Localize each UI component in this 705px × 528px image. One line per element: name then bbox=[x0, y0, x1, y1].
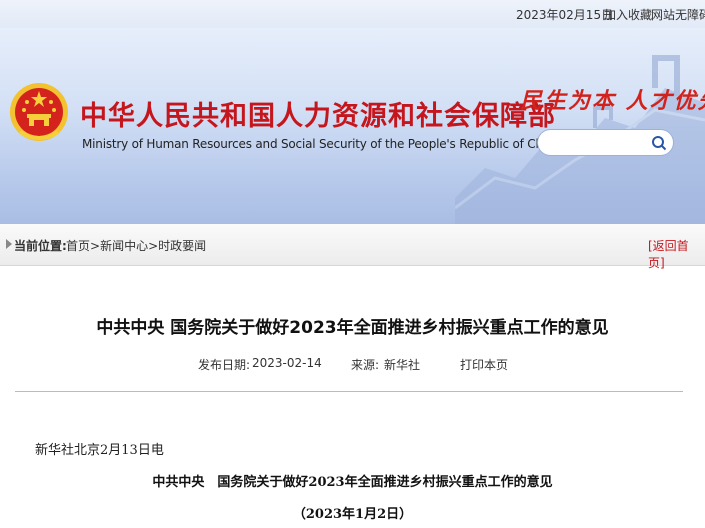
add-favorite-link[interactable]: 加入收藏 bbox=[604, 6, 652, 23]
search-box[interactable] bbox=[537, 129, 674, 156]
breadcrumb: 当前位置: 首页>新闻中心>时政要闻 [返回首页] bbox=[0, 224, 705, 270]
article-body-date: （2023年1月2日） bbox=[292, 507, 413, 522]
source-value: 新华社 bbox=[384, 358, 421, 372]
back-home-link[interactable]: [返回首页] bbox=[648, 237, 705, 271]
publish-date-label: 发布日期: bbox=[198, 358, 251, 372]
breadcrumb-separator: > bbox=[90, 239, 101, 253]
location-arrow-icon bbox=[6, 239, 12, 249]
breadcrumb-item-news[interactable]: 新闻中心 bbox=[100, 239, 148, 253]
top-utility-bar: 2023年02月15日 加入收藏 网站无障碍 bbox=[0, 0, 705, 28]
article-meta: 发布日期: 2023-02-14 来源: 新华社 打印本页 bbox=[0, 356, 705, 372]
search-input[interactable] bbox=[548, 134, 653, 151]
ministry-name-cn: 中华人民共和国人力资源和社会保障部 bbox=[80, 101, 556, 132]
current-date: 2023年02月15日 bbox=[516, 8, 614, 22]
breadcrumb-trail: 首页>新闻中心>时政要闻 bbox=[66, 237, 206, 254]
accessibility-link[interactable]: 网站无障碍 bbox=[651, 6, 705, 23]
site-banner: 中华人民共和国人力资源和社会保障部 Ministry of Human Reso… bbox=[0, 28, 705, 224]
publish-date-value: 2023-02-14 bbox=[252, 356, 322, 370]
slogan-calligraphy: 民生为本 人才优先 bbox=[520, 88, 705, 114]
search-icon[interactable] bbox=[651, 135, 667, 151]
article-dateline: 新华社北京2月13日电 bbox=[35, 443, 164, 458]
article-body-title: 中共中央 国务院关于做好2023年全面推进乡村振兴重点工作的意见 bbox=[152, 475, 553, 490]
ministry-name-en: Ministry of Human Resources and Social S… bbox=[82, 137, 561, 151]
article-title: 中共中央 国务院关于做好2023年全面推进乡村振兴重点工作的意见 bbox=[96, 318, 609, 338]
breadcrumb-separator: > bbox=[148, 239, 159, 253]
source-label: 来源: bbox=[351, 358, 380, 372]
national-emblem-icon bbox=[10, 83, 68, 141]
print-page-link[interactable]: 打印本页 bbox=[460, 356, 508, 373]
breadcrumb-item-politics[interactable]: 时政要闻 bbox=[158, 239, 206, 253]
breadcrumb-label: 当前位置: bbox=[14, 239, 67, 253]
breadcrumb-item-home[interactable]: 首页 bbox=[66, 239, 90, 253]
article-divider bbox=[15, 391, 683, 392]
